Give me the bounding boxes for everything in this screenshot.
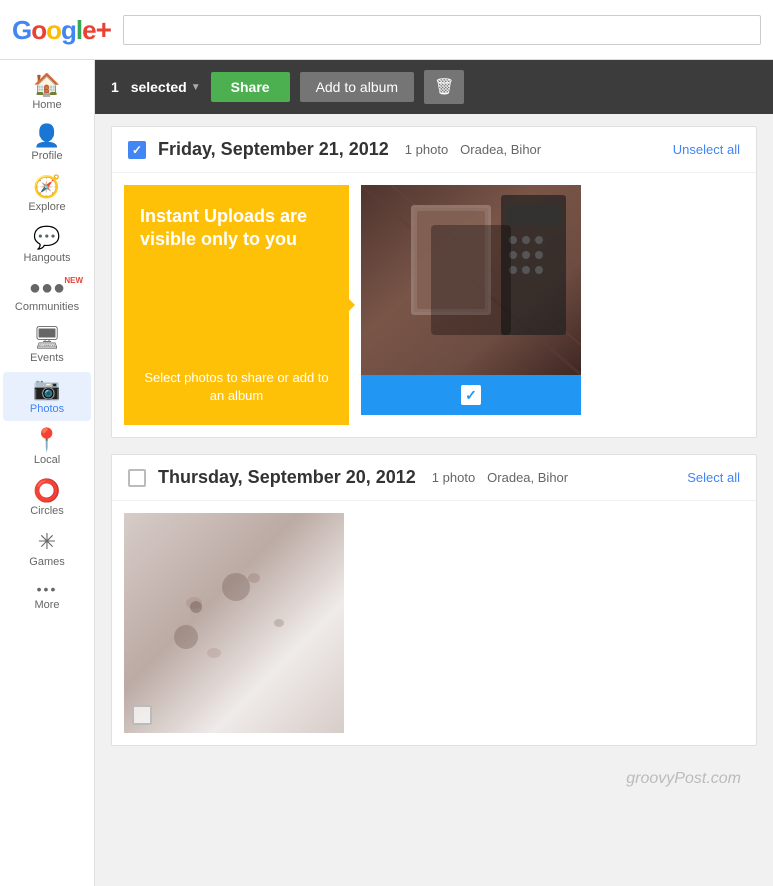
content-area: ✓ Friday, September 21, 2012 1 photo Ora… [95, 114, 773, 804]
sidebar-item-label: Explore [28, 201, 65, 213]
day-action-sep21[interactable]: Unselect all [673, 142, 740, 157]
delete-button[interactable]: 🗑 [424, 70, 464, 104]
search-input[interactable] [123, 15, 761, 45]
sidebar-item-label: More [34, 599, 59, 611]
sidebar-item-circles[interactable]: ⭕ Circles [3, 474, 91, 523]
toolbar: 1 selected ▼ Share Add to album 🗑 [95, 60, 773, 114]
day-photo-count-sep21: 1 photo [405, 142, 448, 157]
day-location-sep20: Oradea, Bihor [487, 470, 568, 485]
photo-item-1[interactable]: ✓ [361, 185, 581, 425]
sidebar-item-label: Home [32, 99, 61, 111]
sidebar-item-local[interactable]: 📍 Local [3, 423, 91, 472]
explore-icon: 🧭 [33, 176, 60, 198]
sidebar-item-explore[interactable]: 🧭 Explore [3, 170, 91, 219]
sidebar-item-label: Profile [31, 150, 62, 162]
sidebar-item-photos[interactable]: 📷 Photos [3, 372, 91, 421]
share-button[interactable]: Share [211, 72, 290, 102]
trash-icon: 🗑 [434, 77, 454, 97]
sidebar-item-label: Circles [30, 505, 64, 517]
new-badge: NEW [64, 276, 83, 285]
games-icon: ✳ [38, 531, 56, 553]
sidebar-item-home[interactable]: 🏠 Home [3, 68, 91, 117]
info-panel: Instant Uploads are visible only to you … [124, 185, 349, 425]
more-icon: ••• [37, 582, 58, 596]
day-select-checkbox-sep21[interactable]: ✓ [128, 141, 146, 159]
photo-image-surface [124, 513, 344, 733]
local-icon: 📍 [33, 429, 60, 451]
sidebar-item-label: Hangouts [23, 252, 70, 264]
info-panel-title: Instant Uploads are visible only to you [140, 205, 333, 252]
hangouts-icon: 💬 [33, 227, 60, 249]
photos-area-sep20 [112, 501, 756, 745]
photo-select-bar[interactable]: ✓ [361, 375, 581, 415]
photo-item-2[interactable] [124, 513, 344, 733]
profile-icon: 👤 [33, 125, 60, 147]
dropdown-arrow-icon: ▼ [191, 82, 201, 93]
google-plus-logo: Google+ [12, 14, 111, 46]
sidebar-item-label: Communities [15, 301, 79, 313]
photos-icon: 📷 [33, 378, 60, 400]
selected-count-label[interactable]: 1 selected ▼ [111, 79, 201, 95]
sidebar-item-label: Photos [30, 403, 64, 415]
sidebar-item-profile[interactable]: 👤 Profile [3, 119, 91, 168]
day-group-sep20: ✓ Thursday, September 20, 2012 1 photo O… [111, 454, 757, 746]
sidebar-item-more[interactable]: ••• More [3, 576, 91, 617]
circles-icon: ⭕ [33, 480, 60, 502]
sidebar-item-communities[interactable]: ●●● Communities NEW [3, 272, 91, 319]
photo-checkbox-selected[interactable]: ✓ [461, 385, 481, 405]
day-header-sep21: ✓ Friday, September 21, 2012 1 photo Ora… [112, 127, 756, 173]
day-location-sep21: Oradea, Bihor [460, 142, 541, 157]
main-content: 1 selected ▼ Share Add to album 🗑 ✓ Frid… [95, 60, 773, 886]
selected-count: 1 [111, 79, 119, 95]
events-icon: 🖥 [33, 327, 61, 349]
day-title-sep20: Thursday, September 20, 2012 [158, 467, 416, 488]
day-action-sep20[interactable]: Select all [687, 470, 740, 485]
selected-text: selected [131, 79, 187, 95]
layout: 🏠 Home 👤 Profile 🧭 Explore 💬 Hangouts ●●… [0, 60, 773, 886]
cd-photo-svg [361, 185, 581, 375]
sidebar: 🏠 Home 👤 Profile 🧭 Explore 💬 Hangouts ●●… [0, 60, 95, 886]
sidebar-item-label: Events [30, 352, 64, 364]
day-header-sep20: ✓ Thursday, September 20, 2012 1 photo O… [112, 455, 756, 501]
sidebar-item-events[interactable]: 🖥 Events [3, 321, 91, 370]
watermark: groovyPost.com [111, 762, 757, 792]
add-to-album-button[interactable]: Add to album [300, 72, 415, 102]
info-panel-subtitle: Select photos to share or add to an albu… [140, 369, 333, 405]
day-title-sep21: Friday, September 21, 2012 [158, 139, 389, 160]
photos-area-sep21: Instant Uploads are visible only to you … [112, 173, 756, 437]
sidebar-item-hangouts[interactable]: 💬 Hangouts [3, 221, 91, 270]
day-photo-count-sep20: 1 photo [432, 470, 475, 485]
home-icon: 🏠 [33, 74, 60, 96]
communities-icon: ●●● [29, 278, 65, 298]
sidebar-item-label: Local [34, 454, 60, 466]
sidebar-item-games[interactable]: ✳ Games [3, 525, 91, 574]
photo-checkbox-unchecked[interactable] [132, 705, 152, 725]
day-group-sep21: ✓ Friday, September 21, 2012 1 photo Ora… [111, 126, 757, 438]
photo-image-cd [361, 185, 581, 375]
header: Google+ [0, 0, 773, 60]
surface-photo-svg [124, 513, 344, 733]
sidebar-item-label: Games [29, 556, 64, 568]
day-select-checkbox-sep20[interactable]: ✓ [128, 469, 146, 487]
